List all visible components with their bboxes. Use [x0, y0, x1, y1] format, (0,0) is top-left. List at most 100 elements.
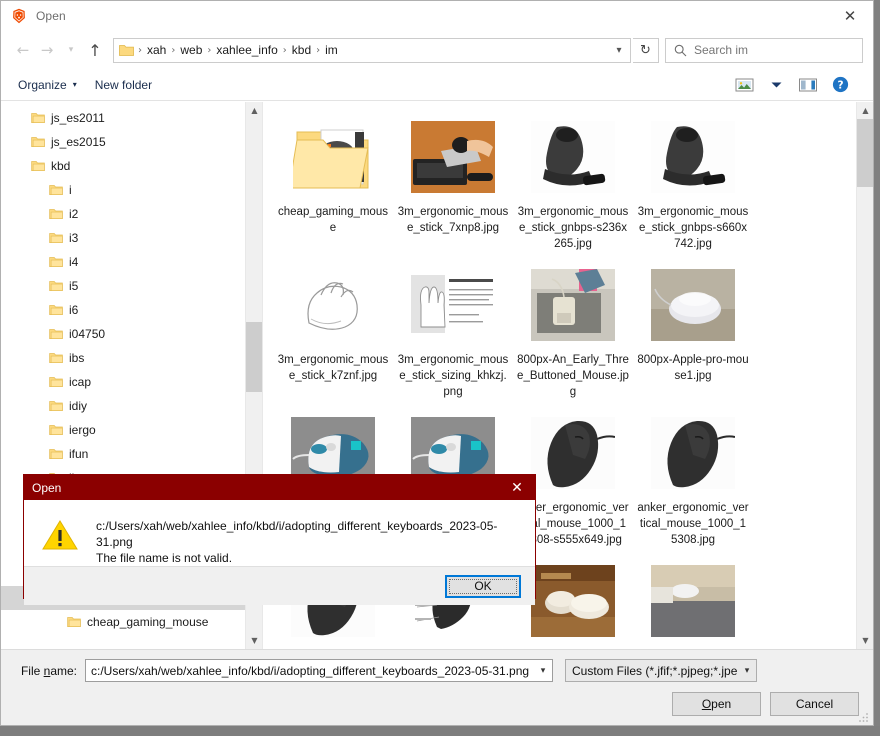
recent-locations-chevron-down-icon[interactable]: ▾: [59, 38, 83, 62]
file-thumbnail-image-apple-pro-mouse: [645, 262, 741, 348]
tree-item-label: js_es2015: [51, 135, 106, 149]
file-thumbnail-image-vertical-mouse: [645, 410, 741, 496]
tree-scrollbar-thumb[interactable]: [246, 322, 262, 392]
filename-input[interactable]: [86, 660, 534, 681]
file-thumbnail-image-old-mouse-desk: [525, 262, 621, 348]
breadcrumb-item[interactable]: xahlee_info: [213, 43, 280, 57]
new-folder-label: New folder: [94, 77, 153, 92]
file-item[interactable]: 800px-An_Early_Three_Buttoned_Mouse.jpg: [516, 258, 630, 400]
tree-item-i5[interactable]: i5: [1, 274, 245, 298]
tree-item-i6[interactable]: i6: [1, 298, 245, 322]
folder-icon: [67, 616, 81, 628]
file-item[interactable]: anker_ergonomic_vertical_mouse_1000_1530…: [636, 406, 750, 548]
tree-item-i[interactable]: i: [1, 178, 245, 202]
filename-row: File name: ▾ Custom Files (*.jfif;*.pjpe…: [15, 659, 859, 682]
resize-grip[interactable]: [858, 710, 870, 722]
address-chevron-down-icon[interactable]: ▾: [608, 39, 630, 62]
file-label: 3m_ergonomic_mouse_stick_k7znf.jpg: [277, 354, 389, 382]
view-mode-icon[interactable]: [729, 72, 759, 98]
new-folder-button[interactable]: New folder: [86, 74, 161, 96]
command-bar-right-tools: ?: [729, 72, 865, 98]
tree-item-label: i4: [69, 255, 79, 269]
filetype-combobox[interactable]: Custom Files (*.jfif;*.pjpeg;*.jpe ▾: [565, 659, 757, 682]
tree-item-i3[interactable]: i3: [1, 226, 245, 250]
file-thumbnail-image-vertical-mouse: [525, 410, 621, 496]
tree-item-i04750[interactable]: i04750: [1, 322, 245, 346]
filename-label: File name:: [20, 663, 77, 678]
tree-item-label: icap: [69, 375, 92, 389]
file-item[interactable]: 3m_ergonomic_mouse_stick_k7znf.jpg: [276, 258, 390, 400]
file-item[interactable]: 3m_ergonomic_mouse_stick_gnbps-s236x265.…: [516, 110, 630, 252]
open-button[interactable]: Open: [672, 692, 761, 716]
folder-icon: [49, 256, 63, 268]
title-bar: Open ✕: [1, 1, 873, 31]
file-item[interactable]: 800px-Apple-pro-mouse1.jpg: [636, 258, 750, 400]
tree-item-ifun[interactable]: ifun: [1, 442, 245, 466]
file-label: 3m_ergonomic_mouse_stick_sizing_khkzj.pn…: [397, 354, 509, 398]
breadcrumb-item[interactable]: xah: [144, 43, 169, 57]
folder-icon: [31, 160, 45, 172]
filename-combobox[interactable]: ▾: [85, 659, 553, 682]
file-item[interactable]: 3m_ergonomic_mouse_stick_7xnp8.jpg: [396, 110, 510, 252]
tree-item-kbd[interactable]: kbd: [1, 154, 245, 178]
tree-item-i4[interactable]: i4: [1, 250, 245, 274]
file-label: 800px-Apple-pro-mouse1.jpg: [637, 354, 749, 382]
arrow-left-icon[interactable]: ←: [11, 38, 35, 62]
view-mode-chevron-down-icon[interactable]: [761, 72, 791, 98]
tree-item-cheap_gaming_mouse[interactable]: cheap_gaming_mouse: [1, 610, 245, 634]
breadcrumb-separator: ›: [316, 44, 321, 56]
tree-scroll-down-icon[interactable]: ▼: [246, 632, 262, 649]
command-bar: Organize ▾ New folder ?: [1, 69, 873, 101]
tree-item-label: i6: [69, 303, 79, 317]
tree-scroll-up-icon[interactable]: ▲: [246, 102, 262, 119]
tree-item-js_es2011[interactable]: js_es2011: [1, 106, 245, 130]
cancel-button[interactable]: Cancel: [770, 692, 859, 716]
breadcrumb-item[interactable]: web: [177, 43, 205, 57]
file-item[interactable]: [636, 554, 750, 649]
folder-icon: [31, 112, 45, 124]
arrow-up-icon[interactable]: ↑: [83, 38, 107, 62]
files-scroll-up-icon[interactable]: ▲: [857, 102, 873, 119]
file-item[interactable]: cheap_gaming_mouse: [276, 110, 390, 252]
ok-button[interactable]: OK: [445, 574, 521, 598]
tree-item-label: iergo: [69, 423, 96, 437]
close-icon[interactable]: ✕: [827, 1, 873, 31]
filetype-chevron-down-icon[interactable]: ▾: [738, 666, 756, 676]
tree-item-iergo[interactable]: iergo: [1, 418, 245, 442]
search-input[interactable]: Search im: [694, 43, 748, 57]
refresh-icon[interactable]: ↻: [633, 37, 659, 63]
message-box-footer: OK: [24, 566, 535, 605]
file-thumbnail-image-hand-sizing-chart: [405, 262, 501, 348]
filename-chevron-down-icon[interactable]: ▾: [534, 666, 552, 676]
arrow-right-icon[interactable]: →: [35, 38, 59, 62]
folder-icon: [49, 304, 63, 316]
breadcrumb-item[interactable]: kbd: [289, 43, 314, 57]
files-scrollbar-thumb[interactable]: [857, 119, 873, 187]
tree-item-idiy[interactable]: idiy: [1, 394, 245, 418]
file-item[interactable]: 3m_ergonomic_mouse_stick_sizing_khkzj.pn…: [396, 258, 510, 400]
files-scrollbar[interactable]: ▲ ▼: [856, 102, 873, 649]
file-label: 3m_ergonomic_mouse_stick_7xnp8.jpg: [397, 206, 509, 234]
search-box[interactable]: Search im: [665, 37, 863, 63]
help-icon[interactable]: ?: [825, 72, 855, 98]
tree-item-label: kbd: [51, 159, 71, 173]
folder-icon: [49, 424, 63, 436]
file-item[interactable]: 3m_ergonomic_mouse_stick_gnbps-s660x742.…: [636, 110, 750, 252]
tree-item-i2[interactable]: i2: [1, 202, 245, 226]
preview-pane-icon[interactable]: [793, 72, 823, 98]
tree-item-label: idiy: [69, 399, 88, 413]
file-thumbnail-image-joystick-mouse: [645, 114, 741, 200]
address-bar[interactable]: › xah › web › xahlee_info › kbd › im ▾: [113, 37, 631, 63]
tree-item-js_es2015[interactable]: js_es2015: [1, 130, 245, 154]
breadcrumb-item[interactable]: im: [322, 43, 341, 57]
folder-icon: [49, 184, 63, 196]
tree-item-icap[interactable]: icap: [1, 370, 245, 394]
folder-icon: [49, 352, 63, 364]
file-thumbnail-image-hand-trackball-keyboard: [405, 114, 501, 200]
organize-button[interactable]: Organize ▾: [9, 74, 86, 96]
tree-item-ibs[interactable]: ibs: [1, 346, 245, 370]
file-label: cheap_gaming_mouse: [278, 206, 388, 234]
message-box-close-icon[interactable]: ✕: [499, 475, 535, 500]
footer-buttons: Open Cancel: [672, 692, 859, 716]
files-scroll-down-icon[interactable]: ▼: [857, 632, 873, 649]
